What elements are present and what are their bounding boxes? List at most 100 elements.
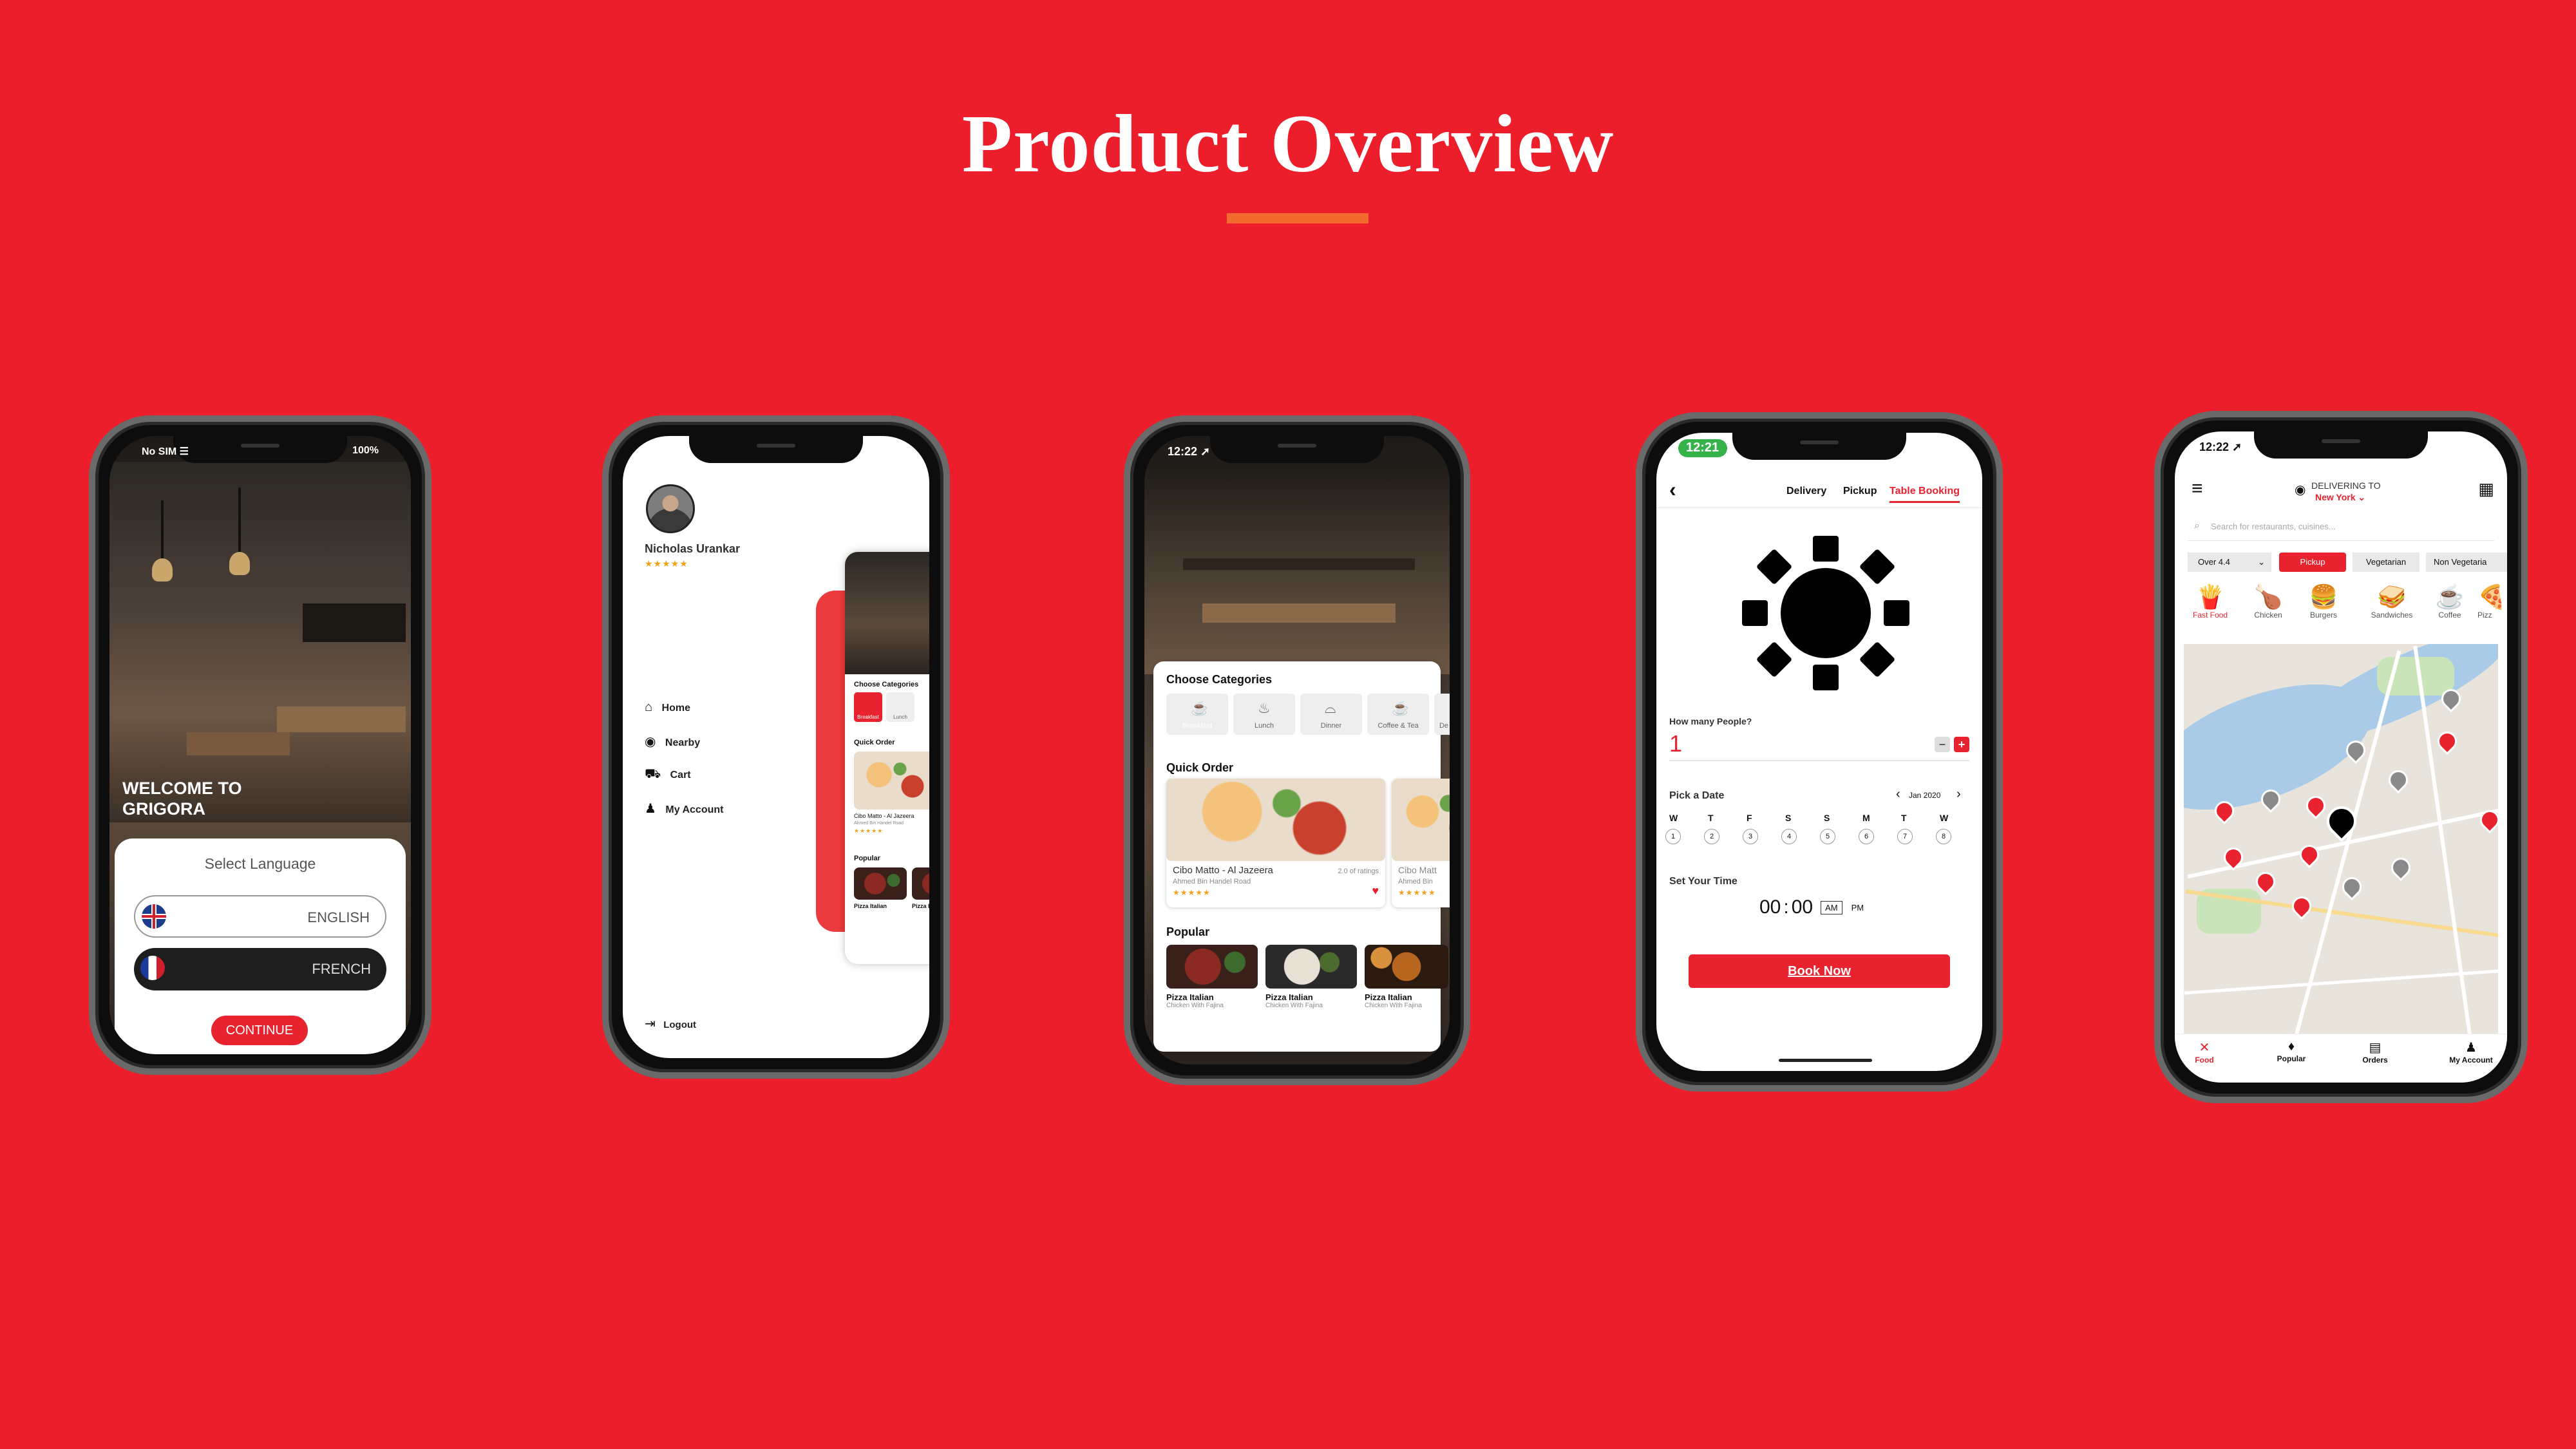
map-view[interactable] bbox=[2184, 644, 2498, 1050]
food-type-fast-food[interactable]: 🍟 Fast Food bbox=[2188, 583, 2233, 620]
popular-item[interactable]: Pizza Italian Chicken With Fajina bbox=[1265, 945, 1357, 1009]
date-cell[interactable]: 6 bbox=[1859, 829, 1874, 844]
nav-orders[interactable]: ▤ Orders bbox=[2353, 1039, 2398, 1065]
food-type-chicken[interactable]: 🍗 Chicken bbox=[2246, 583, 2291, 620]
nav-popular[interactable]: ♦ Popular bbox=[2269, 1039, 2314, 1063]
back-chevron-icon[interactable]: ‹ bbox=[1669, 478, 1676, 502]
menu-item-nearby[interactable]: ◉ Nearby bbox=[645, 734, 700, 750]
menu-item-my-account[interactable]: ♟ My Account bbox=[645, 800, 723, 817]
map-pin-icon[interactable] bbox=[2295, 840, 2324, 869]
orders-icon: ▤ bbox=[2369, 1041, 2382, 1055]
avatar[interactable] bbox=[646, 484, 695, 533]
english-label: ENGLISH bbox=[307, 909, 370, 925]
popular-item[interactable]: Pizza Italian Chicken With Fajina bbox=[1166, 945, 1258, 1009]
weekday: M bbox=[1862, 813, 1870, 823]
food-type-coffee[interactable]: ☕ Coffee bbox=[2427, 583, 2472, 620]
tab-pickup[interactable]: Pickup bbox=[1843, 486, 1877, 497]
quick-order-card[interactable]: Cibo Matto - Al Jazeera 2.0 of ratings A… bbox=[1166, 779, 1385, 907]
date-cell[interactable]: 2 bbox=[1704, 829, 1719, 844]
minus-button[interactable]: − bbox=[1935, 737, 1950, 752]
popular-item-sub: Chicken With Fajina bbox=[1265, 1002, 1323, 1009]
home-screen: 12:22 ➚ ≡ Choose Categories ☕ Breakfast … bbox=[1144, 436, 1450, 1065]
filter-non-vegetarian[interactable]: Non Vegetaria bbox=[2426, 553, 2507, 572]
preview-category-breakfast[interactable]: Breakfast bbox=[854, 692, 882, 722]
time-hour[interactable]: 00 bbox=[1759, 896, 1781, 918]
preview-category-lunch[interactable]: Lunch bbox=[886, 692, 914, 722]
logout-button[interactable]: ⇥ Logout bbox=[645, 1016, 696, 1032]
map-view-icon[interactable]: ▦ bbox=[2478, 479, 2494, 499]
time-picker[interactable]: 00 : 00 AM PM bbox=[1759, 896, 1864, 918]
preview-popular-image-2 bbox=[912, 867, 929, 900]
search-input[interactable]: Search for restaurants, cuisines... bbox=[2211, 522, 2336, 531]
map-pin-icon[interactable] bbox=[2287, 892, 2316, 920]
favorite-heart-icon[interactable]: ♥ bbox=[1372, 884, 1379, 898]
flame-icon: ♦ bbox=[2287, 1039, 2295, 1054]
pm-toggle[interactable]: PM bbox=[1852, 903, 1864, 913]
food-type-sandwiches[interactable]: 🥪 Sandwiches bbox=[2363, 583, 2421, 620]
category-lunch[interactable]: ♨ Lunch bbox=[1233, 694, 1295, 735]
french-label: FRENCH bbox=[312, 961, 371, 977]
restaurant-stars: ★★★★★ bbox=[1173, 888, 1211, 897]
lunch-icon: ♨ bbox=[1258, 700, 1271, 716]
location-pin-icon: ◉ bbox=[645, 735, 656, 749]
category-breakfast[interactable]: ☕ Breakfast bbox=[1166, 694, 1228, 735]
date-cell[interactable]: 3 bbox=[1743, 829, 1758, 844]
food-type-burgers[interactable]: 🍔 Burgers bbox=[2301, 583, 2346, 620]
hamburger-menu-icon[interactable]: ≡ bbox=[2192, 478, 2203, 500]
date-cell[interactable]: 8 bbox=[1936, 829, 1951, 844]
people-count[interactable]: 1 bbox=[1669, 730, 1682, 757]
phone-map-screen: 12:22 ➚ ≡ ◉ DELIVERING TO New York ⌄ ▦ ⌕… bbox=[2154, 411, 2528, 1103]
date-cell[interactable]: 1 bbox=[1665, 829, 1681, 844]
category-label: Lunch bbox=[1255, 722, 1274, 730]
filter-over-rating[interactable]: Over 4.4 ⌄ bbox=[2188, 553, 2271, 572]
menu-item-home[interactable]: ⌂ Home bbox=[645, 700, 690, 715]
english-option[interactable]: ENGLISH bbox=[134, 895, 386, 938]
map-pin-icon[interactable] bbox=[2302, 791, 2330, 820]
filter-vegetarian[interactable]: Vegetarian bbox=[2353, 553, 2420, 572]
time-minute[interactable]: 00 bbox=[1792, 896, 1813, 918]
location-selector[interactable]: New York ⌄ bbox=[2315, 492, 2365, 503]
filter-pickup[interactable]: Pickup bbox=[2279, 553, 2346, 572]
welcome-heading-line1: WELCOME TO bbox=[122, 779, 242, 798]
quick-order-card-2[interactable]: Cibo Matt Ahmed Bin ★★★★★ bbox=[1392, 779, 1450, 907]
food-type-pizza[interactable]: 🍕 Pizz bbox=[2477, 583, 2507, 620]
nav-my-account[interactable]: ♟ My Account bbox=[2439, 1039, 2503, 1065]
category-coffee-tea[interactable]: ☕ Coffee & Tea bbox=[1367, 694, 1429, 735]
category-dinner[interactable]: ⌓ Dinner bbox=[1300, 694, 1362, 735]
date-cell[interactable]: 4 bbox=[1781, 829, 1797, 844]
category-dessert[interactable]: De bbox=[1434, 694, 1450, 735]
prev-month-icon[interactable]: ‹ bbox=[1896, 787, 1900, 802]
plus-button[interactable]: + bbox=[1954, 737, 1969, 752]
french-option[interactable]: FRENCH bbox=[134, 948, 386, 990]
popular-item-sub: Chicken With Fajina bbox=[1166, 1002, 1224, 1009]
food-image bbox=[1392, 779, 1450, 861]
nav-food[interactable]: ✕ Food bbox=[2185, 1039, 2224, 1065]
next-month-icon[interactable]: › bbox=[1956, 787, 1961, 802]
popular-food-image bbox=[1166, 945, 1258, 989]
home-content-card: Choose Categories ☕ Breakfast ♨ Lunch ⌓ … bbox=[1153, 661, 1450, 1052]
phone-notch bbox=[173, 436, 347, 463]
bottom-nav: ✕ Food ♦ Popular ▤ Orders ♟ My Account bbox=[2175, 1034, 2507, 1083]
tab-delivery[interactable]: Delivery bbox=[1786, 486, 1826, 497]
tab-table-booking[interactable]: Table Booking bbox=[1889, 486, 1960, 503]
food-type-label: Chicken bbox=[2254, 611, 2282, 620]
popular-item[interactable]: Pizza Italian Chicken With Fajina bbox=[1365, 945, 1448, 1009]
round-table-icon bbox=[1739, 536, 1913, 690]
map-pin-icon[interactable] bbox=[2338, 873, 2366, 901]
app-preview-card[interactable]: Choose Categories Breakfast Lunch Quick … bbox=[845, 552, 929, 964]
am-toggle[interactable]: AM bbox=[1821, 900, 1842, 914]
search-bar[interactable]: ⌕ Search for restaurants, cuisines... bbox=[2188, 515, 2494, 541]
date-cell[interactable]: 7 bbox=[1897, 829, 1913, 844]
book-now-button[interactable]: Book Now bbox=[1689, 954, 1950, 988]
map-pin-icon[interactable] bbox=[2433, 727, 2461, 755]
continue-button[interactable]: CONTINUE bbox=[211, 1016, 308, 1045]
date-cell[interactable]: 5 bbox=[1820, 829, 1835, 844]
phone-notch bbox=[1210, 436, 1384, 463]
food-type-label: Sandwiches bbox=[2371, 611, 2413, 620]
preview-popular-name-1: Pizza Italian bbox=[854, 903, 887, 909]
map-pin-icon[interactable] bbox=[2384, 766, 2412, 794]
menu-item-cart[interactable]: ⛟ Cart bbox=[645, 767, 691, 783]
status-battery: 100% bbox=[352, 445, 379, 456]
preview-breakfast-label: Breakfast bbox=[857, 714, 879, 720]
map-pin-icon[interactable] bbox=[2387, 853, 2415, 882]
